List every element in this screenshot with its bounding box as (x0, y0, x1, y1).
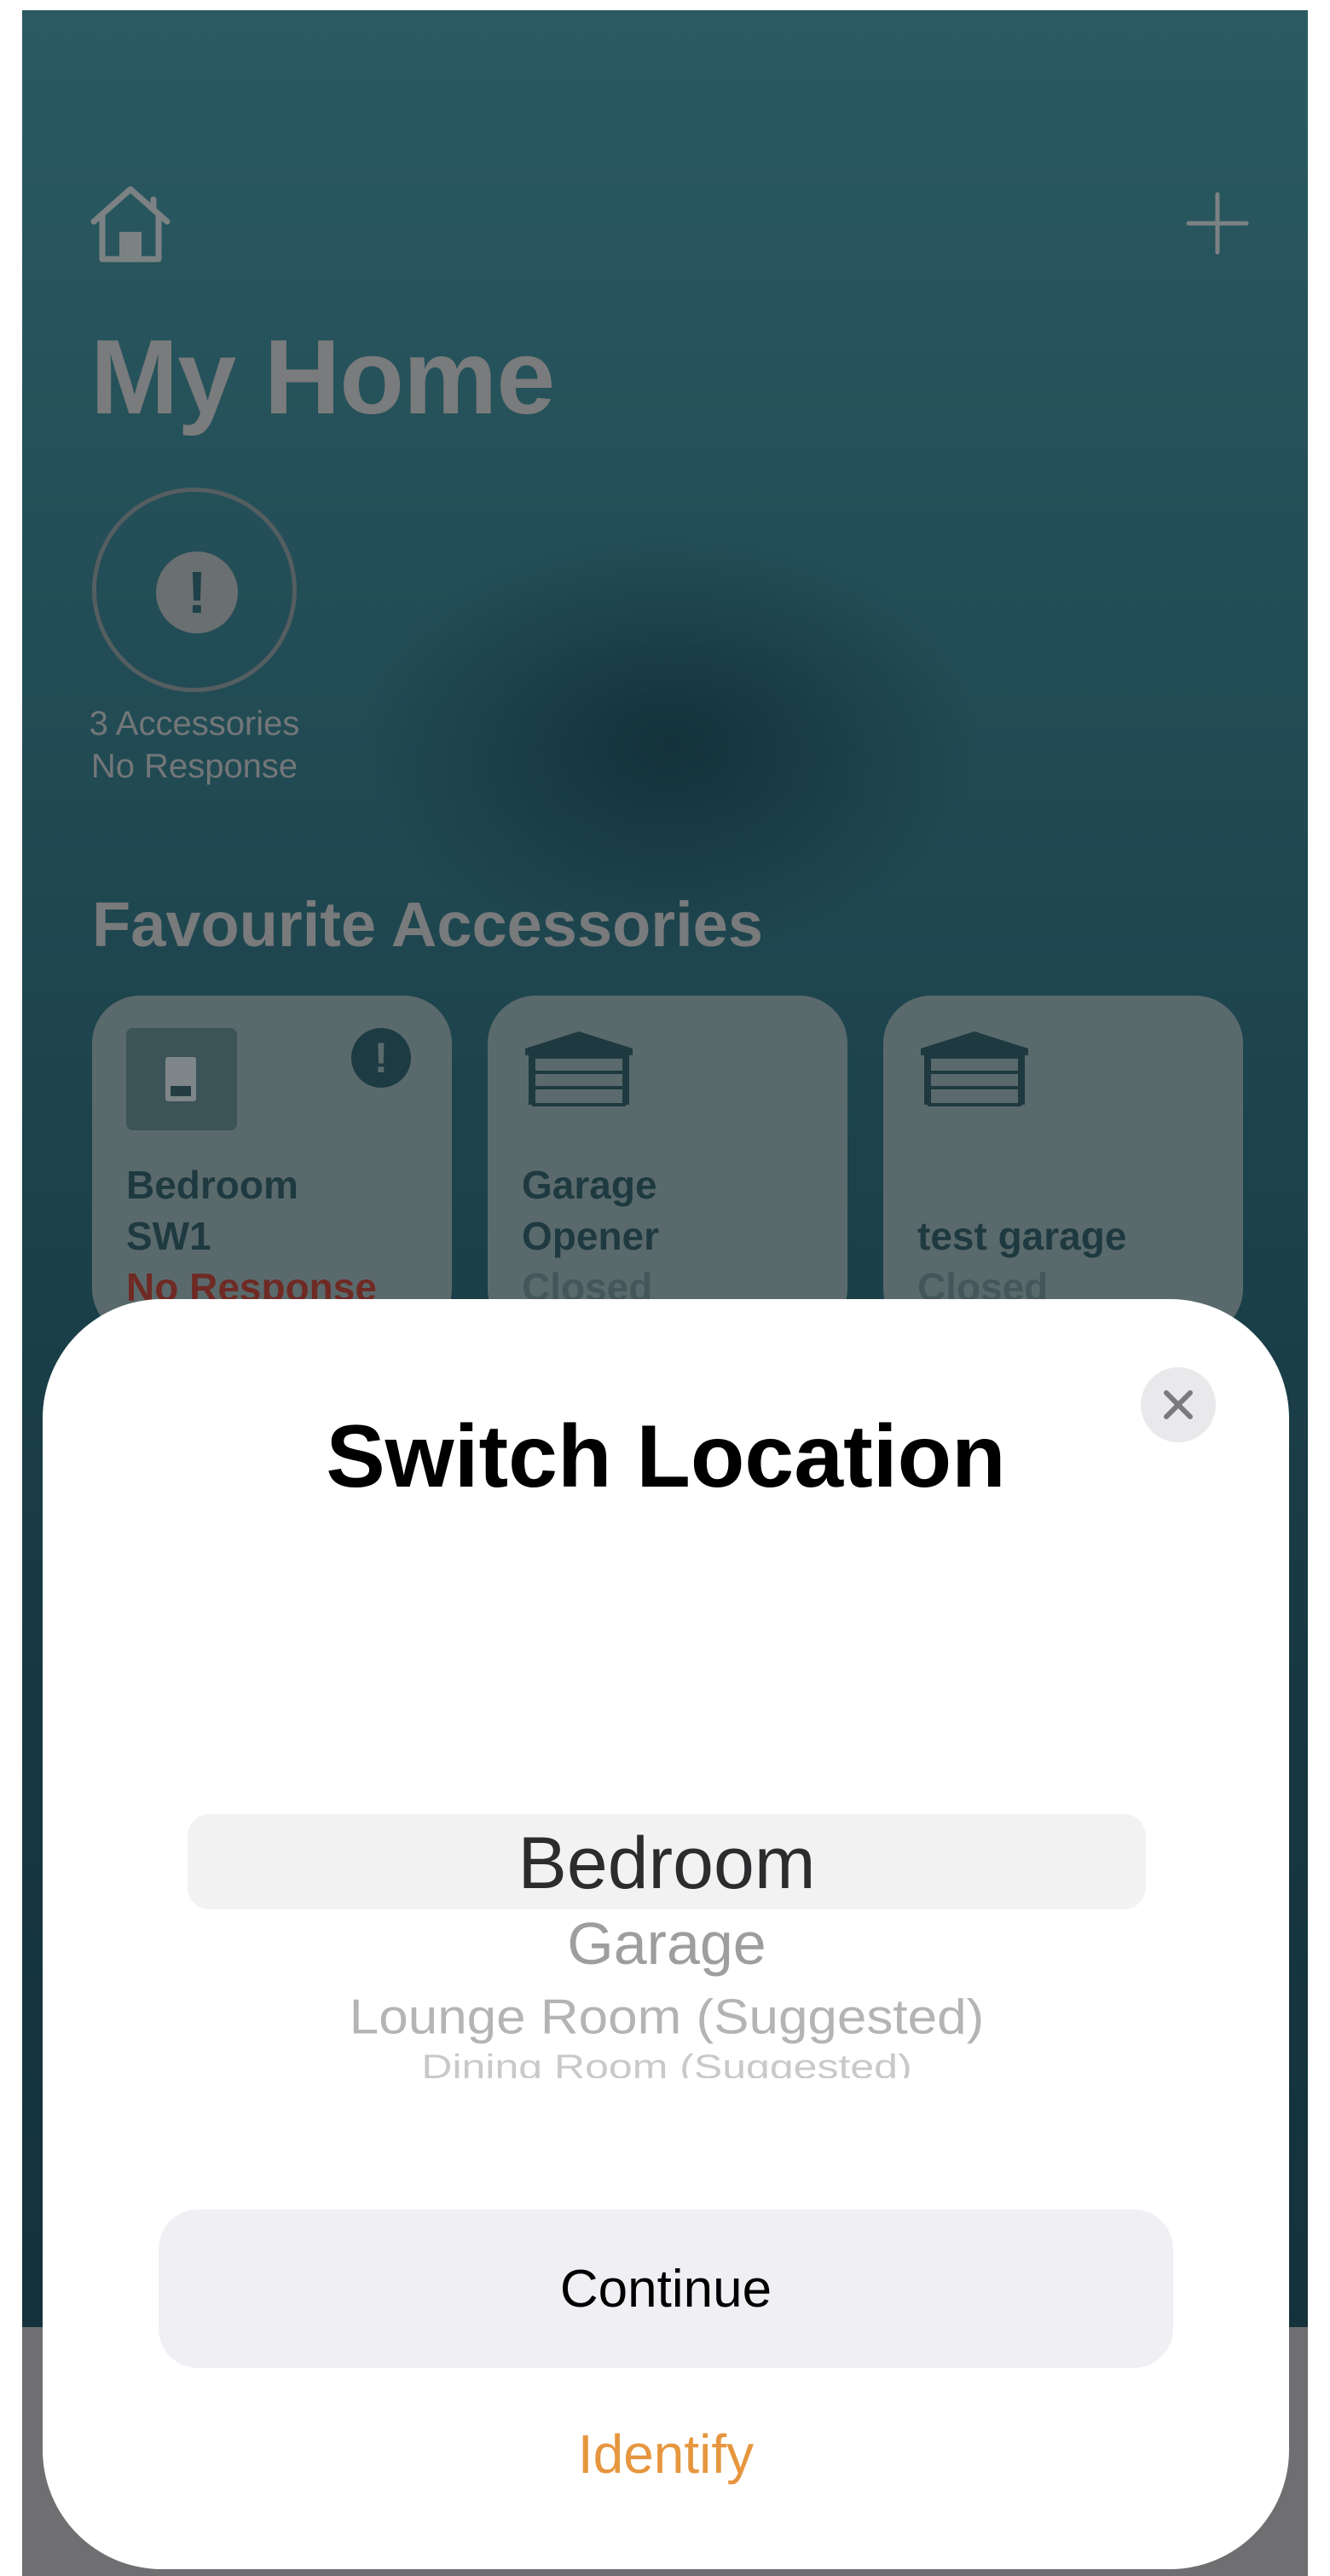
tile-name: test garage (917, 1214, 1127, 1258)
tile-name-line-1: Garage (522, 1163, 657, 1207)
garage-door-icon (921, 1031, 1028, 1106)
home-title: My Home (90, 319, 555, 436)
light-switch-icon (126, 1028, 237, 1130)
favourites-heading: Favourite Accessories (92, 889, 763, 960)
tile-name: Bedroom SW1 (126, 1159, 433, 1262)
tile-name-line-2: SW1 (126, 1214, 211, 1258)
picker-option[interactable]: Garage (188, 1909, 1146, 1978)
tile-name-line-1: Bedroom (126, 1163, 298, 1207)
switch-location-sheet: Switch Location Bedroom Garage Lounge Ro… (43, 1299, 1289, 2569)
picker-option-selected[interactable]: Bedroom (188, 1821, 1146, 1906)
picker-option[interactable]: Dining Room (Suggested) (188, 2051, 1146, 2078)
tile-name: Garage Opener (522, 1159, 829, 1262)
status-line-2: No Response (90, 748, 298, 785)
status-line-1: 3 Accessories (89, 705, 300, 742)
status-summary: 3 Accessories No Response (56, 702, 332, 788)
accessory-tile-bedroom-sw1[interactable]: ! Bedroom SW1 No Response (92, 996, 452, 1337)
alert-icon: ! (156, 552, 238, 633)
add-icon[interactable] (1182, 188, 1253, 259)
location-picker[interactable]: Bedroom Garage Lounge Room (Suggested) D… (188, 1811, 1146, 2134)
status-indicator[interactable]: ! (92, 488, 297, 692)
sheet-title: Switch Location (326, 1407, 1006, 1506)
home-icon[interactable] (85, 182, 176, 264)
picker-option[interactable]: Lounge Room (Suggested) (188, 1990, 1146, 2045)
garage-door-icon (525, 1031, 633, 1106)
accessory-tile-test-garage[interactable]: test garage Closed (883, 996, 1243, 1337)
tile-name-line-2: Opener (522, 1214, 660, 1258)
continue-button[interactable]: Continue (159, 2209, 1173, 2368)
alert-icon: ! (351, 1028, 411, 1088)
identify-button[interactable]: Identify (43, 2423, 1289, 2486)
accessory-tile-garage-opener[interactable]: Garage Opener Closed (488, 996, 847, 1337)
